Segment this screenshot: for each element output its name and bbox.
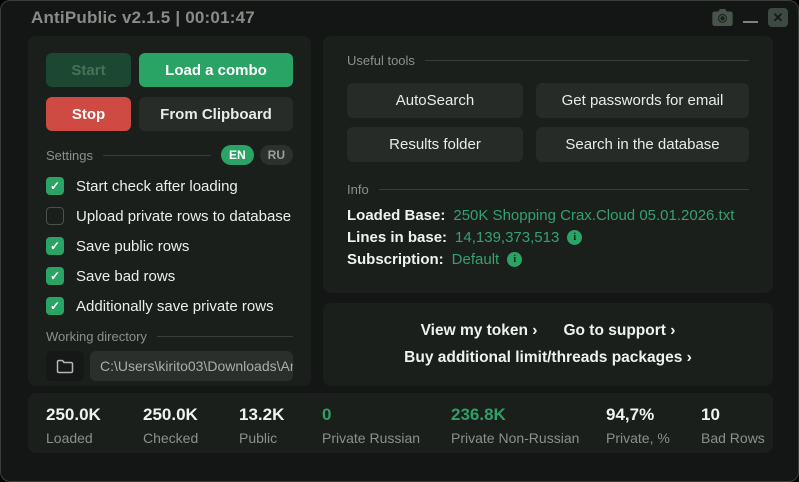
buy-packages-link[interactable]: Buy additional limit/threads packages › xyxy=(404,349,692,367)
settings-header: Settings EN RU xyxy=(46,145,293,165)
working-directory-header: Working directory xyxy=(46,329,293,344)
tools-info-panel: Useful tools AutoSearch Get passwords fo… xyxy=(323,36,773,293)
results-folder-button[interactable]: Results folder xyxy=(347,127,523,162)
stat-public: 13.2K Public xyxy=(239,405,284,446)
checkbox[interactable]: ✓ xyxy=(46,207,64,225)
checkbox-row-upload-private[interactable]: ✓ Upload private rows to database xyxy=(46,207,293,225)
stop-button[interactable]: Stop xyxy=(46,97,131,131)
links-row-top: View my token › Go to support › xyxy=(421,322,676,340)
info-section: Info Loaded Base: 250K Shopping Crax.Clo… xyxy=(347,182,749,268)
view-token-link[interactable]: View my token › xyxy=(421,322,538,340)
divider xyxy=(425,60,749,61)
checkbox-row-save-public[interactable]: ✓ Save public rows xyxy=(46,237,293,255)
stat-label: Private, % xyxy=(606,430,670,446)
checkbox[interactable]: ✓ xyxy=(46,177,64,195)
useful-tools-header: Useful tools xyxy=(347,53,749,68)
stat-checked: 250.0K Checked xyxy=(143,405,198,446)
language-en-button[interactable]: EN xyxy=(221,145,254,165)
stat-label: Checked xyxy=(143,430,198,446)
stat-label: Loaded xyxy=(46,430,101,446)
info-label: Info xyxy=(347,182,369,197)
stat-bad-rows: 10 Bad Rows xyxy=(701,405,765,446)
divider xyxy=(157,336,293,337)
browse-folder-button[interactable] xyxy=(46,351,84,381)
minimize-button[interactable] xyxy=(743,9,758,25)
lines-in-base-value: 14,139,373,513 xyxy=(455,229,559,246)
screenshot-camera-icon[interactable] xyxy=(712,9,733,26)
checkbox[interactable]: ✓ xyxy=(46,267,64,285)
checkbox-label: Save bad rows xyxy=(76,268,175,285)
subscription-label: Subscription: xyxy=(347,251,444,268)
checkbox-row-save-private[interactable]: ✓ Additionally save private rows xyxy=(46,297,293,315)
working-directory-label: Working directory xyxy=(46,329,147,344)
check-icon: ✓ xyxy=(50,180,60,192)
stat-loaded: 250.0K Loaded xyxy=(46,405,101,446)
check-icon: ✓ xyxy=(50,300,60,312)
subscription-row: Subscription: Default i xyxy=(347,251,749,268)
checkbox-row-save-bad[interactable]: ✓ Save bad rows xyxy=(46,267,293,285)
lines-in-base-label: Lines in base: xyxy=(347,229,447,246)
window-title: AntiPublic v2.1.5 | 00:01:47 xyxy=(31,8,255,28)
check-icon: ✓ xyxy=(50,270,60,282)
checkbox-label: Additionally save private rows xyxy=(76,298,274,315)
control-panel: Start Load a combo Stop From Clipboard S… xyxy=(28,36,311,386)
links-panel: View my token › Go to support › Buy addi… xyxy=(323,303,773,386)
stat-label: Public xyxy=(239,430,284,446)
subscription-value: Default xyxy=(452,251,500,268)
stat-value: 10 xyxy=(701,405,765,425)
stat-value: 13.2K xyxy=(239,405,284,425)
divider xyxy=(103,155,211,156)
stat-private-russian: 0 Private Russian xyxy=(322,405,420,446)
stats-bar: 250.0K Loaded 250.0K Checked 13.2K Publi… xyxy=(28,393,773,453)
checkbox-label: Start check after loading xyxy=(76,178,238,195)
stat-label: Private Russian xyxy=(322,430,420,446)
working-directory-row: C:\Users\kirito03\Downloads\An... xyxy=(46,351,293,381)
loaded-base-label: Loaded Base: xyxy=(347,207,445,224)
stat-value: 250.0K xyxy=(143,405,198,425)
stat-private-non-russian: 236.8K Private Non-Russian xyxy=(451,405,579,446)
check-icon: ✓ xyxy=(50,240,60,252)
checkbox-label: Upload private rows to database xyxy=(76,208,291,225)
links-row-bottom: Buy additional limit/threads packages › xyxy=(404,349,692,367)
info-icon[interactable]: i xyxy=(567,230,582,245)
divider xyxy=(379,189,749,190)
language-ru-button[interactable]: RU xyxy=(260,145,293,165)
settings-checkbox-list: ✓ Start check after loading ✓ Upload pri… xyxy=(46,177,293,315)
load-combo-button[interactable]: Load a combo xyxy=(139,53,293,87)
lines-in-base-row: Lines in base: 14,139,373,513 i xyxy=(347,229,749,246)
search-database-button[interactable]: Search in the database xyxy=(536,127,749,162)
info-icon[interactable]: i xyxy=(507,252,522,267)
info-lines: Loaded Base: 250K Shopping Crax.Cloud 05… xyxy=(347,207,749,268)
checkbox[interactable]: ✓ xyxy=(46,297,64,315)
checkbox-label: Save public rows xyxy=(76,238,189,255)
close-button[interactable]: ✕ xyxy=(768,8,788,27)
loaded-base-row: Loaded Base: 250K Shopping Crax.Cloud 05… xyxy=(347,207,749,224)
checkbox[interactable]: ✓ xyxy=(46,237,64,255)
stat-value: 236.8K xyxy=(451,405,579,425)
useful-tools-label: Useful tools xyxy=(347,53,415,68)
checkbox-row-start-check[interactable]: ✓ Start check after loading xyxy=(46,177,293,195)
autosearch-button[interactable]: AutoSearch xyxy=(347,83,523,118)
stat-value: 0 xyxy=(322,405,420,425)
info-header: Info xyxy=(347,182,749,197)
folder-icon xyxy=(56,359,74,374)
app-window: AntiPublic v2.1.5 | 00:01:47 ✕ Start Loa… xyxy=(0,0,799,482)
working-directory-path-field[interactable]: C:\Users\kirito03\Downloads\An... xyxy=(90,351,293,381)
stat-label: Bad Rows xyxy=(701,430,765,446)
action-buttons: Start Load a combo Stop From Clipboard xyxy=(46,53,293,131)
from-clipboard-button[interactable]: From Clipboard xyxy=(139,97,293,131)
stat-private-percent: 94,7% Private, % xyxy=(606,405,670,446)
get-passwords-button[interactable]: Get passwords for email xyxy=(536,83,749,118)
stat-label: Private Non-Russian xyxy=(451,430,579,446)
stat-value: 94,7% xyxy=(606,405,670,425)
settings-label: Settings xyxy=(46,148,93,163)
window-controls: ✕ xyxy=(712,6,788,28)
support-link[interactable]: Go to support › xyxy=(563,322,675,340)
stat-value: 250.0K xyxy=(46,405,101,425)
loaded-base-value: 250K Shopping Crax.Cloud 05.01.2026.txt xyxy=(453,207,734,224)
start-button[interactable]: Start xyxy=(46,53,131,87)
useful-tools-buttons: AutoSearch Get passwords for email Resul… xyxy=(347,83,749,162)
title-bar: AntiPublic v2.1.5 | 00:01:47 ✕ xyxy=(1,1,798,33)
